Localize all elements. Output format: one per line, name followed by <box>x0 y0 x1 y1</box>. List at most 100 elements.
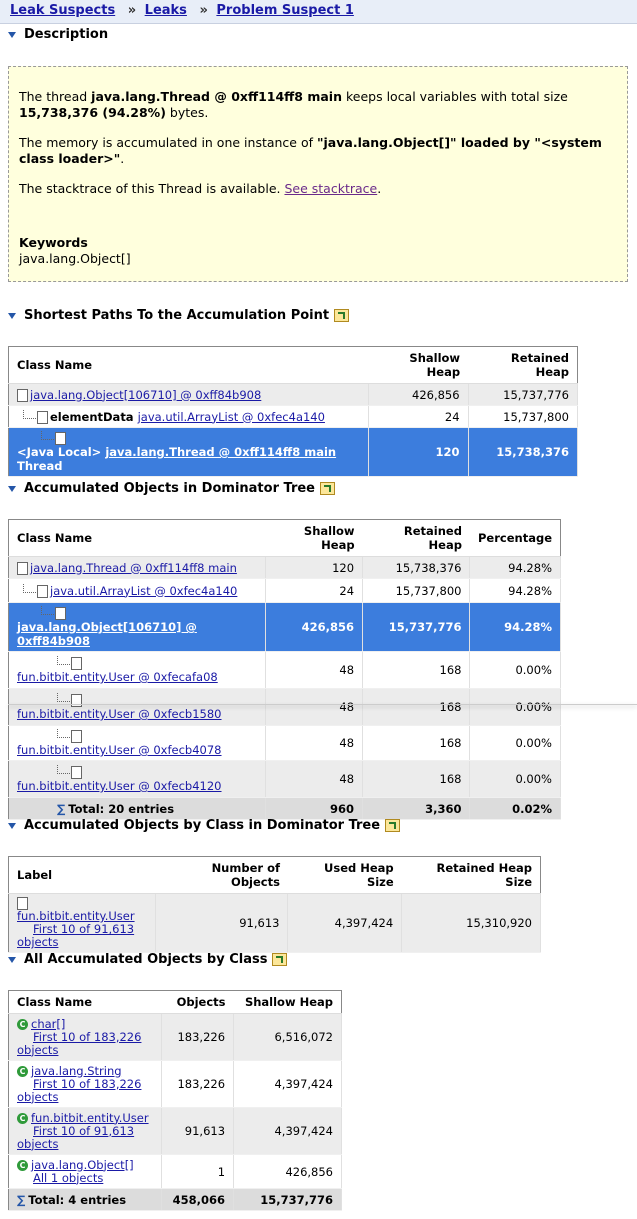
first-objects-link[interactable]: First 10 of 91,613 <box>33 1124 134 1138</box>
object-link[interactable]: java.util.ArrayList @ 0xfec4a140 <box>50 584 237 598</box>
shallow-cell: 48 <box>265 688 364 726</box>
col-header[interactable]: Class Name <box>8 346 369 384</box>
table-row[interactable]: fun.bitbit.entity.User @ 0xfecb1580 48 1… <box>8 688 561 726</box>
table-row[interactable]: fun.bitbit.entity.User @ 0xfecb4120 48 1… <box>8 760 561 798</box>
objects-link[interactable]: objects <box>17 935 58 949</box>
shortest-paths-table: Class Name Shallow Heap Retained Heap ja… <box>8 346 579 477</box>
desc-p1: The thread java.lang.Thread @ 0xff114ff8… <box>19 89 568 120</box>
table-row[interactable]: Cchar[] First 10 of 183,226 objects 183,… <box>8 1013 342 1061</box>
sum-icon: ∑ <box>17 1192 26 1207</box>
first-objects-link[interactable]: First 10 of 183,226 <box>33 1077 141 1091</box>
shallow-cell: 120 <box>368 427 469 477</box>
retained-cell: 15,737,800 <box>468 405 579 428</box>
col-header[interactable]: Retained Heap <box>468 346 578 384</box>
collapse-icon[interactable] <box>8 956 16 963</box>
table-row[interactable]: fun.bitbit.entity.User @ 0xfecb4078 48 1… <box>8 725 561 761</box>
class-link[interactable]: java.lang.String <box>31 1064 122 1078</box>
object-link[interactable]: java.util.ArrayList @ 0xfec4a140 <box>138 410 325 424</box>
export-icon[interactable] <box>272 953 288 966</box>
col-header[interactable]: Retained Heap Size <box>401 856 541 894</box>
col-header[interactable]: Used Heap Size <box>287 856 402 894</box>
export-icon[interactable] <box>334 309 350 322</box>
dominator-heading[interactable]: Accumulated Objects in Dominator Tree <box>8 481 335 496</box>
objects-cell: 91,613 <box>161 1107 235 1155</box>
crumb-problem[interactable]: Problem Suspect 1 <box>216 3 354 18</box>
first-objects-link[interactable]: First 10 of 183,226 <box>33 1030 141 1044</box>
objects-link[interactable]: objects <box>17 1043 58 1057</box>
by-class-dominator-heading[interactable]: Accumulated Objects by Class in Dominato… <box>8 818 401 833</box>
col-header[interactable]: Retained Heap <box>362 519 470 557</box>
object-icon <box>71 766 82 779</box>
object-link[interactable]: java.lang.Object[106710] @ 0xff84b908 <box>17 620 197 648</box>
class-link[interactable]: char[] <box>31 1017 65 1031</box>
row-suffix: Thread <box>17 459 63 473</box>
object-link[interactable]: fun.bitbit.entity.User @ 0xfecb4078 <box>17 743 222 757</box>
object-link[interactable]: fun.bitbit.entity.User @ 0xfecafa08 <box>17 670 218 684</box>
retained-cell: 15,737,776 <box>468 383 579 406</box>
col-header[interactable]: Number of Objects <box>155 856 288 894</box>
object-icon <box>55 432 66 445</box>
description-heading[interactable]: Description <box>8 27 108 42</box>
first-objects-link[interactable]: All 1 objects <box>33 1171 103 1185</box>
crumb-leak-suspects[interactable]: Leak Suspects <box>10 3 115 18</box>
tree-connector <box>57 765 70 774</box>
retained-cell: 3,360 <box>362 797 471 820</box>
collapse-icon[interactable] <box>8 312 16 319</box>
collapse-icon[interactable] <box>8 31 16 38</box>
class-link[interactable]: fun.bitbit.entity.User <box>31 1111 149 1125</box>
table-row[interactable]: java.lang.Thread @ 0xff114ff8 main 120 1… <box>8 556 561 579</box>
table-row[interactable]: java.util.ArrayList @ 0xfec4a140 24 15,7… <box>8 578 561 603</box>
all-by-class-heading[interactable]: All Accumulated Objects by Class <box>8 952 288 967</box>
col-header[interactable]: Class Name <box>8 519 266 557</box>
shallow-cell: 24 <box>265 578 364 603</box>
col-header[interactable]: Shallow Heap <box>265 519 363 557</box>
desc-p3: The stacktrace of this Thread is availab… <box>19 181 382 196</box>
objects-link[interactable]: objects <box>17 1090 58 1104</box>
table-row[interactable]: Cfun.bitbit.entity.User First 10 of 91,6… <box>8 1107 342 1155</box>
col-header[interactable]: Class Name <box>8 990 162 1014</box>
dominator-table: Class Name Shallow Heap Retained Heap Pe… <box>8 519 561 820</box>
col-header[interactable]: Objects <box>161 990 234 1014</box>
col-header[interactable]: Label <box>8 856 156 894</box>
table-row[interactable]: Cjava.lang.Object[] All 1 objects 1 426,… <box>8 1154 342 1189</box>
table-row-selected[interactable]: <Java Local> java.lang.Thread @ 0xff114f… <box>8 427 579 477</box>
table-row[interactable]: elementData java.util.ArrayList @ 0xfec4… <box>8 405 579 428</box>
object-link[interactable]: fun.bitbit.entity.User @ 0xfecb1580 <box>17 707 222 721</box>
tree-connector <box>57 656 70 665</box>
objects-cell: 183,226 <box>161 1060 235 1108</box>
col-header[interactable]: Shallow Heap <box>233 990 342 1014</box>
object-link[interactable]: java.lang.Thread @ 0xff114ff8 main <box>30 561 237 575</box>
desc-p2: The memory is accumulated in one instanc… <box>19 135 602 166</box>
crumb-leaks[interactable]: Leaks <box>145 3 187 18</box>
collapse-icon[interactable] <box>8 822 16 829</box>
shallow-cell: 4,397,424 <box>233 1060 342 1108</box>
table-row[interactable]: java.lang.Object[106710] @ 0xff84b908 42… <box>8 383 579 406</box>
class-link[interactable]: java.lang.Object[] <box>31 1158 134 1172</box>
tree-connector <box>41 431 54 440</box>
object-link[interactable]: fun.bitbit.entity.User @ 0xfecb4120 <box>17 779 222 793</box>
object-icon <box>37 584 48 598</box>
retained-cell: 168 <box>362 688 471 726</box>
object-icon <box>17 388 28 402</box>
first-objects-link[interactable]: First 10 of 91,613 <box>33 922 134 936</box>
retained-cell: 15,737,776 <box>362 602 471 652</box>
table-row[interactable]: Cjava.lang.String First 10 of 183,226 ob… <box>8 1060 342 1108</box>
class-icon: C <box>17 1018 28 1030</box>
objects-link[interactable]: objects <box>17 1137 58 1151</box>
export-icon[interactable] <box>385 819 401 832</box>
table-row[interactable]: fun.bitbit.entity.User First 10 of 91,61… <box>8 893 541 953</box>
see-stacktrace-link[interactable]: See stacktrace <box>284 181 377 196</box>
collapse-icon[interactable] <box>8 485 16 492</box>
col-header[interactable]: Percentage <box>469 519 561 557</box>
export-icon[interactable] <box>320 482 335 495</box>
object-link[interactable]: java.lang.Thread @ 0xff114ff8 main <box>105 445 336 459</box>
table-row[interactable]: fun.bitbit.entity.User @ 0xfecafa08 48 1… <box>8 651 561 689</box>
object-icon <box>71 694 82 707</box>
retained-cell: 15,738,376 <box>362 556 471 579</box>
class-link[interactable]: fun.bitbit.entity.User <box>17 909 135 923</box>
col-header[interactable]: Shallow Heap <box>368 346 469 384</box>
shallow-cell: 48 <box>265 725 364 761</box>
table-row-selected[interactable]: java.lang.Object[106710] @ 0xff84b908 42… <box>8 602 561 652</box>
object-link[interactable]: java.lang.Object[106710] @ 0xff84b908 <box>30 388 261 402</box>
shortest-paths-heading[interactable]: Shortest Paths To the Accumulation Point <box>8 308 350 323</box>
